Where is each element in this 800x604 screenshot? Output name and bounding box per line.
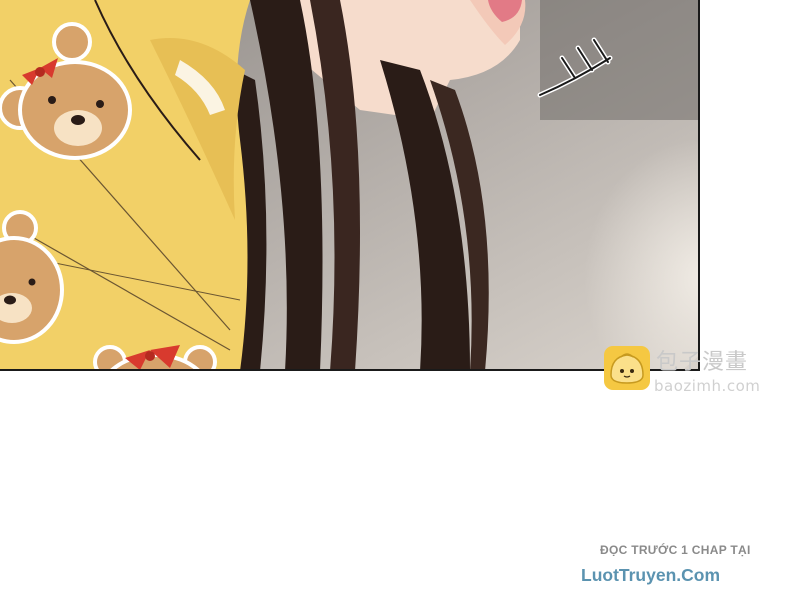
comic-panel bbox=[0, 0, 700, 371]
promo-site-link[interactable]: LuotTruyen.Com bbox=[581, 565, 720, 586]
bun-mascot-icon bbox=[603, 345, 651, 391]
promo-text: ĐỌC TRƯỚC 1 CHAP TẠI bbox=[600, 543, 751, 557]
comic-illustration bbox=[0, 0, 698, 369]
watermark-title: 包子漫畫 bbox=[656, 350, 749, 375]
watermark-url: baozimh.com bbox=[654, 377, 761, 395]
